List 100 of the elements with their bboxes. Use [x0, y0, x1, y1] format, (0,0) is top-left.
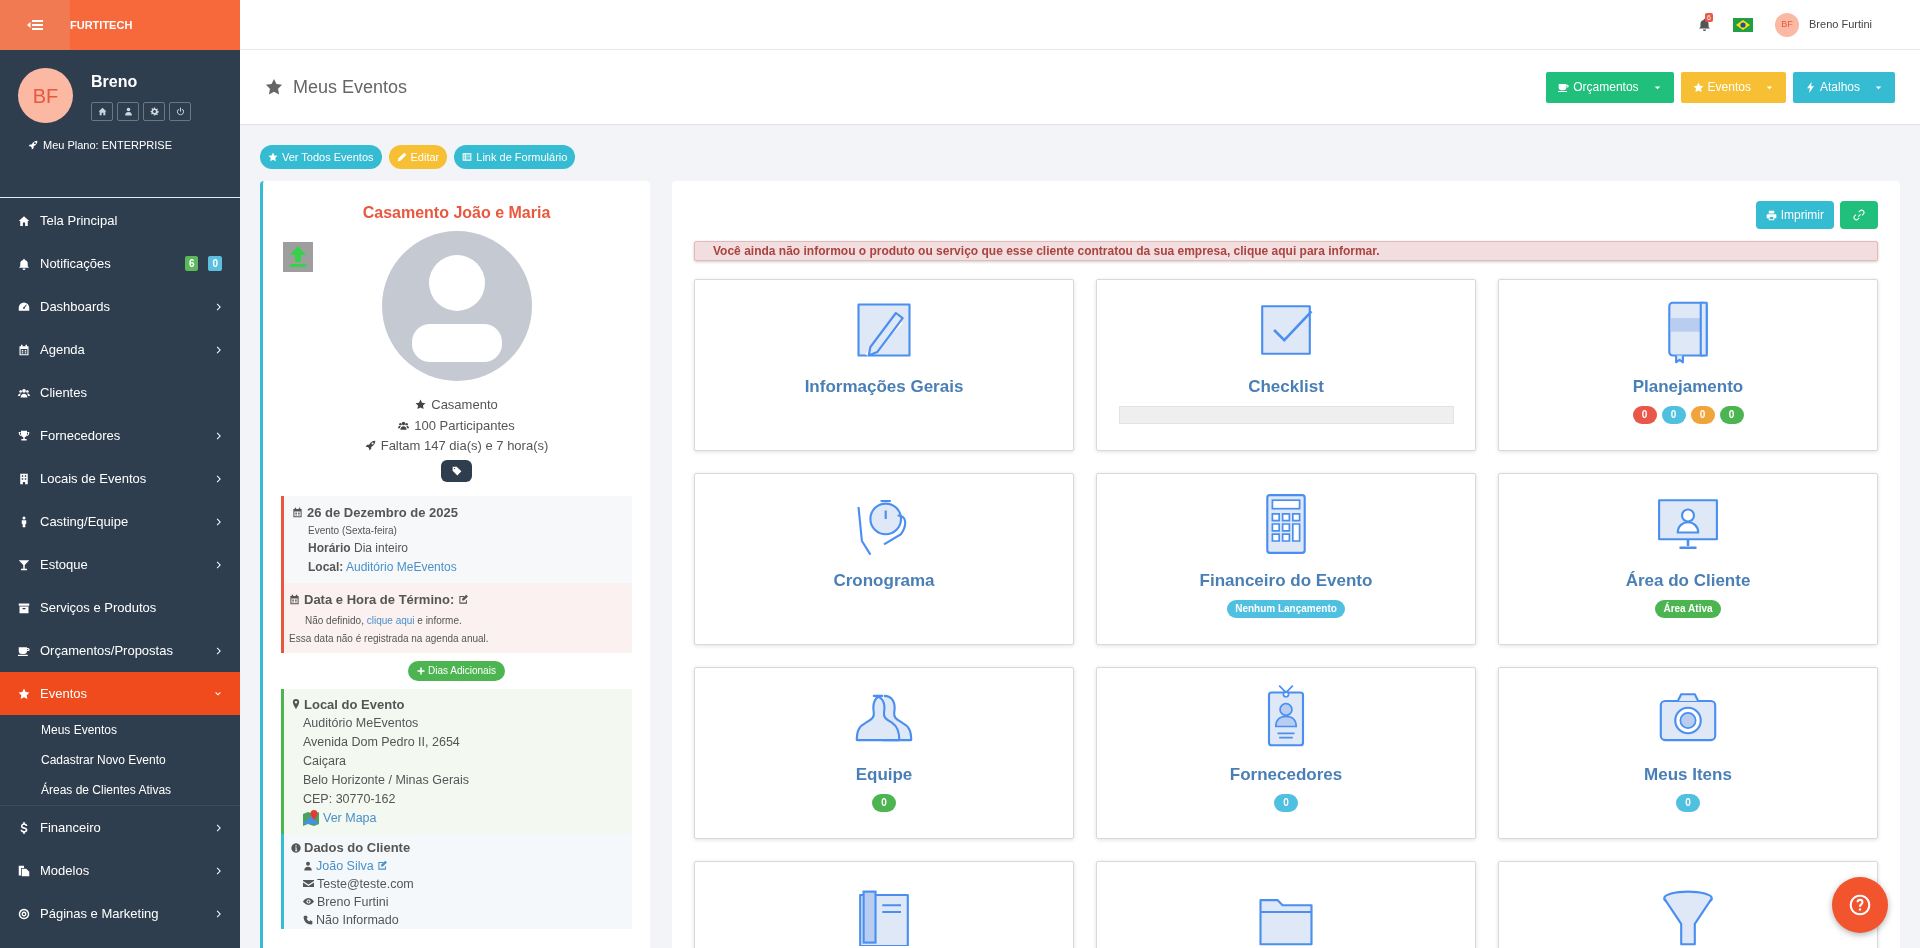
sidebar-item[interactable]: Clientes — [0, 371, 240, 414]
card-title: Fornecedores — [1229, 764, 1343, 786]
tag-icon — [451, 465, 462, 476]
module-card[interactable]: Fornecedores 0 — [1096, 667, 1476, 839]
user-avatar: BF — [18, 68, 73, 123]
module-card[interactable]: Cronograma — [694, 473, 1074, 645]
address-line: Auditório MeEventos — [302, 714, 420, 732]
card-title: Financeiro do Evento — [1199, 570, 1373, 592]
brand-name: FURTITECH — [70, 17, 133, 33]
card-title: Checklist — [1248, 376, 1324, 398]
logout-button[interactable] — [169, 102, 191, 121]
module-card[interactable]: Planejamento 0 0 0 0 — [1498, 279, 1878, 451]
module-card[interactable]: Área do Cliente Área Ativa — [1498, 473, 1878, 645]
dollar-icon — [18, 821, 30, 834]
dropdown-button[interactable]: Orçamentos — [1546, 71, 1674, 103]
count-badge: 0 — [1632, 405, 1657, 424]
archive-icon — [18, 601, 30, 614]
section-title: Local do Evento — [304, 695, 405, 714]
card-title: Equipe — [855, 764, 913, 786]
user-avatar[interactable]: BF — [1775, 12, 1799, 37]
menu-icon — [27, 17, 43, 33]
sidebar-item[interactable]: Fornecedores — [0, 414, 240, 457]
address-line: Belo Horizonte / Minas Gerais — [302, 771, 471, 789]
trophy-icon — [18, 429, 30, 442]
client-link[interactable]: João Silva — [316, 856, 374, 875]
sidebar-item[interactable]: Modelos — [0, 849, 240, 892]
sidebar-item[interactable]: Dashboards — [0, 285, 240, 328]
status-badge: Área Ativa — [1655, 599, 1721, 618]
countdown-text: Faltam 147 dia(s) e 7 hora(s) — [380, 437, 549, 455]
gauge-icon — [18, 300, 30, 313]
module-card[interactable]: Meus Itens 0 — [1498, 667, 1878, 839]
sidebar-item[interactable]: Agenda — [0, 328, 240, 371]
profile-button[interactable] — [117, 102, 139, 121]
sidebar-item[interactable]: Locais de Eventos — [0, 457, 240, 500]
status-badge: 0 — [872, 793, 896, 812]
star-icon — [1692, 81, 1704, 93]
home-button[interactable] — [91, 102, 113, 121]
flag-icon[interactable] — [1733, 17, 1753, 32]
sidebar-item[interactable]: Notificações 6 0 — [0, 242, 240, 285]
card-title: Informações Gerais — [804, 376, 964, 398]
page-title: Meus Eventos — [293, 75, 408, 99]
alert-message[interactable]: Você ainda não informou o produto ou serviço que esse cliente contratou da sua empresa, clique aqui para informar. — [694, 241, 1878, 261]
calendar-icon — [289, 594, 300, 606]
bell-icon — [1698, 18, 1711, 31]
sidebar-item[interactable]: Casting/Equipe — [0, 500, 240, 543]
print-icon — [1765, 209, 1777, 221]
sidebar-item[interactable]: Orçamentos/Propostas — [0, 629, 240, 672]
action-button[interactable]: Link de Formulário — [454, 145, 576, 169]
card-title: Área do Cliente — [1625, 570, 1751, 592]
pin-icon — [291, 699, 301, 709]
count-badge: 0 — [1719, 405, 1744, 424]
place-link[interactable]: Auditório MeEventos — [346, 560, 457, 574]
submenu-item[interactable]: Meus Eventos — [0, 715, 240, 745]
tag-button[interactable] — [441, 459, 472, 482]
user-name[interactable]: Breno Furtini — [1809, 16, 1872, 33]
action-button[interactable]: Ver Todos Eventos — [260, 145, 382, 169]
module-card[interactable]: Financeiro do Evento Nenhum Lançamento — [1096, 473, 1476, 645]
module-card[interactable]: Informações Gerais — [694, 279, 1074, 451]
settings-icon — [149, 107, 159, 116]
count-badge: 6 — [184, 256, 199, 271]
sidebar-item[interactable]: Eventos — [0, 672, 240, 715]
map-link[interactable]: Ver Mapa — [323, 808, 377, 828]
sidebar-item[interactable]: Financeiro — [0, 806, 240, 849]
weekday-text: Evento (Sexta-feira) — [307, 524, 398, 538]
sidebar-item[interactable]: Serviços e Produtos — [0, 586, 240, 629]
client-phone: Não Informado — [316, 911, 399, 929]
card-title: Cronograma — [833, 570, 935, 592]
print-button[interactable]: Imprimir — [1755, 201, 1834, 229]
module-card[interactable]: Equipe 0 — [694, 667, 1074, 839]
submenu-item[interactable]: Cadastrar Novo Evento — [0, 745, 240, 775]
map-pin-icon — [303, 810, 319, 826]
module-card[interactable]: Checklist — [1096, 279, 1476, 451]
event-time: Horário Dia inteiro — [307, 540, 410, 557]
participants-count: 100 Participantes — [414, 416, 515, 435]
add-days-button[interactable]: Dias Adicionais — [408, 660, 505, 681]
dropdown-button[interactable]: Atalhos — [1792, 71, 1895, 103]
address-line: Avenida Dom Pedro II, 2654 — [302, 733, 461, 751]
end-date-title: Data e Hora de Término: — [304, 591, 455, 609]
sidebar-item[interactable]: Páginas e Marketing — [0, 892, 240, 935]
menu-toggle-button[interactable] — [0, 0, 70, 50]
sidebar-item[interactable]: Tela Principal — [0, 199, 240, 242]
plus-icon — [417, 666, 426, 675]
edit-icon — [458, 594, 470, 606]
list-icon — [462, 152, 473, 162]
end-date-note: Não definido, clique aqui e informe. — [304, 613, 463, 628]
sidebar-item[interactable]: Estoque — [0, 543, 240, 586]
cup-icon — [18, 644, 30, 657]
link-button[interactable] — [1840, 201, 1878, 229]
bell-icon — [18, 257, 30, 270]
rocket-icon — [28, 140, 38, 151]
settings-button[interactable] — [143, 102, 165, 121]
home-icon — [97, 107, 107, 116]
inform-link[interactable]: clique aqui — [366, 614, 415, 626]
client-owner: Breno Furtini — [317, 893, 389, 911]
client-email: Teste@teste.com — [317, 875, 414, 893]
event-title: Casamento João e Maria — [362, 203, 551, 223]
status-badge: 0 — [1676, 793, 1700, 812]
submenu-item[interactable]: Áreas de Clientes Ativas — [0, 775, 240, 805]
eye-icon — [303, 896, 314, 907]
count-badge: 0 — [1690, 405, 1715, 424]
